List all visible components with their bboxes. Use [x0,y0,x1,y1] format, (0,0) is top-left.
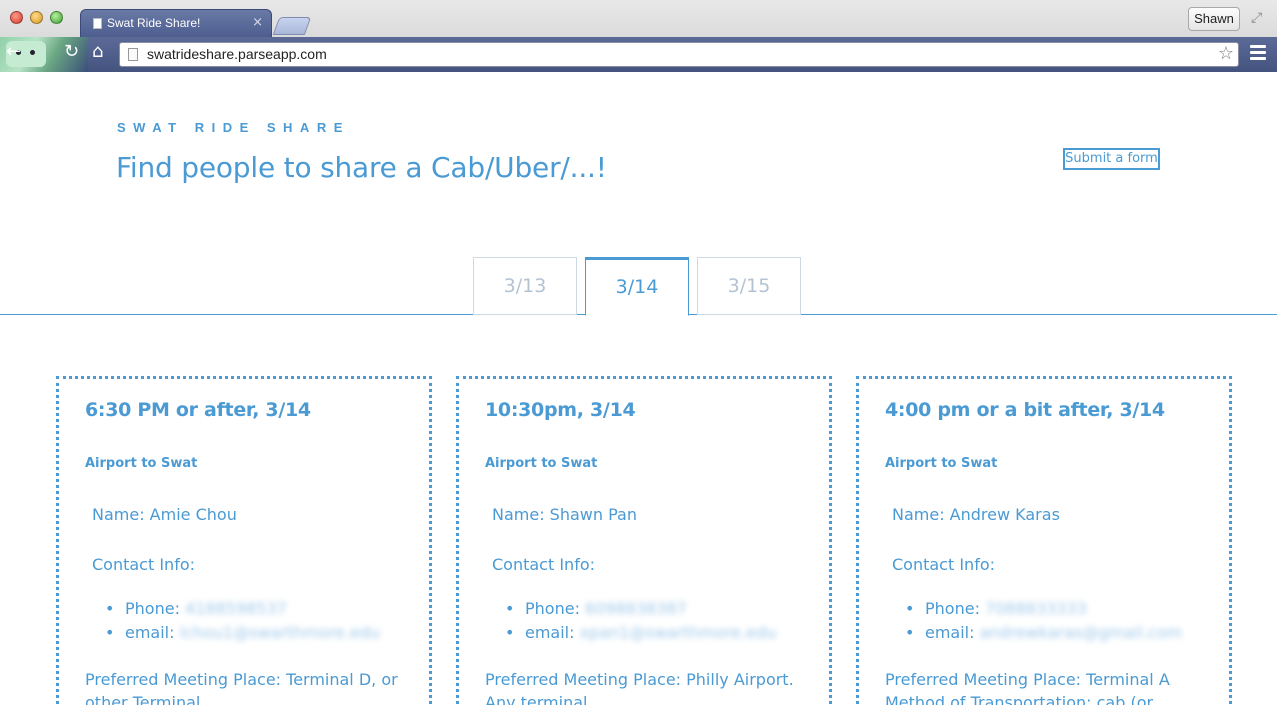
page-content: SWAT RIDE SHARE Find people to share a C… [0,73,1277,705]
submit-form-button[interactable]: Submit a form [1063,148,1160,170]
phone-label: Phone: [925,599,980,618]
home-icon[interactable]: ⌂ [92,41,103,62]
list-item: Phone: 4188598537 [105,599,380,623]
rider-name: Name: Andrew Karas [892,505,1060,524]
email-value: andrewkaras@gmail.com [979,623,1183,642]
list-item: Phone: 7088833333 [905,599,1182,623]
profile-button[interactable]: Shawn [1188,7,1240,31]
phone-value: 4188598537 [185,599,287,618]
ride-card: 10:30pm, 3/14 Airport to Swat Name: Shaw… [456,376,832,705]
address-bar[interactable]: swatrideshare.parseapp.com ☆ [119,42,1239,67]
phone-value: 6098838387 [585,599,687,618]
contact-label: Contact Info: [892,555,996,574]
tab-close-icon[interactable]: × [252,15,263,30]
ride-card: 6:30 PM or after, 3/14 Airport to Swat N… [56,376,432,705]
email-value: xpan1@swarthmore.edu [579,623,777,642]
ride-time: 6:30 PM or after, 3/14 [85,399,311,421]
meeting-place: Preferred Meeting Place: Philly Airport.… [485,670,794,705]
email-label: email: [125,623,175,642]
tab-3-13[interactable]: 3/13 [473,257,577,315]
email-label: email: [925,623,975,642]
browser-toolbar: ← ↻ ⌂ swatrideshare.parseapp.com ☆ [0,37,1277,72]
contact-list: Phone: 6098838387 email: xpan1@swarthmor… [505,599,776,647]
phone-label: Phone: [525,599,580,618]
list-item: Phone: 6098838387 [505,599,776,623]
ride-direction: Airport to Swat [485,456,598,471]
list-item: email: lchou1@swarthmore.edu [105,623,380,647]
page-favicon-icon [93,18,102,29]
contact-list: Phone: 7088833333 email: andrewkaras@gma… [905,599,1182,647]
rider-name: Name: Shawn Pan [492,505,637,524]
ride-direction: Airport to Swat [885,456,998,471]
browser-tab[interactable]: Swat Ride Share! × [80,9,272,37]
site-brand: SWAT RIDE SHARE [117,120,350,135]
meeting-place: Preferred Meeting Place: Terminal D, or … [85,670,398,705]
contact-label: Contact Info: [92,555,196,574]
phone-value: 7088833333 [985,599,1087,618]
list-item: email: xpan1@swarthmore.edu [505,623,776,647]
tab-3-14[interactable]: 3/14 [585,257,689,316]
page-icon [128,48,138,61]
ride-time: 4:00 pm or a bit after, 3/14 [885,399,1165,421]
ride-time: 10:30pm, 3/14 [485,399,636,421]
contact-label: Contact Info: [492,555,596,574]
close-window-icon[interactable] [10,11,23,24]
new-tab-button[interactable] [272,17,312,35]
rider-name: Name: Amie Chou [92,505,237,524]
tab-title: Swat Ride Share! [107,16,201,30]
phone-label: Phone: [125,599,180,618]
list-item: email: andrewkaras@gmail.com [905,623,1182,647]
contact-list: Phone: 4188598537 email: lchou1@swarthmo… [105,599,380,647]
bookmark-star-icon[interactable]: ☆ [1218,43,1234,64]
minimize-window-icon[interactable] [30,11,43,24]
tab-3-15[interactable]: 3/15 [697,257,801,315]
meeting-place: Preferred Meeting Place: Terminal A Meth… [885,670,1170,705]
ride-direction: Airport to Swat [85,456,198,471]
fullscreen-icon[interactable]: ⤢ [1251,10,1262,26]
ride-card: 4:00 pm or a bit after, 3/14 Airport to … [856,376,1232,705]
browser-chrome: Swat Ride Share! × Shawn ⤢ ← ↻ ⌂ swatrid… [0,0,1277,72]
email-value: lchou1@swarthmore.edu [179,623,380,642]
reload-icon[interactable]: ↻ [64,41,79,62]
email-label: email: [525,623,575,642]
maximize-window-icon[interactable] [50,11,63,24]
back-arrow-icon[interactable]: ← [6,41,21,62]
page-title: Find people to share a Cab/Uber/...! [116,151,607,184]
menu-hamburger-icon[interactable] [1250,45,1266,61]
url-text[interactable]: swatrideshare.parseapp.com [147,46,327,62]
